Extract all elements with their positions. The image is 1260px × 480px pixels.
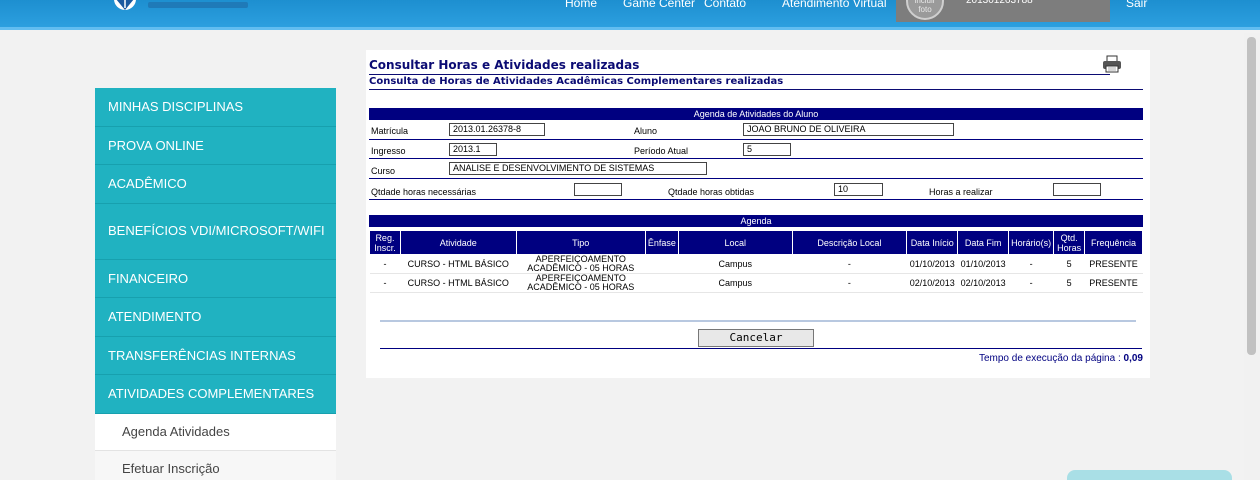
sidebar-item-atendimento[interactable]: ATENDIMENTO: [95, 298, 336, 337]
sidebar-item-prova-online[interactable]: PROVA ONLINE: [95, 126, 336, 165]
matricula-label: Matrícula: [371, 126, 409, 136]
cell-frequencia: PRESENTE: [1084, 254, 1143, 274]
cell-tipo: APERFEIÇOAMENTO ACADÊMICO - 05 HORAS: [516, 273, 646, 293]
col-data-fim[interactable]: Data Fim: [957, 230, 1010, 255]
curso-field[interactable]: ANALISE E DESENVOLVIMENTO DE SISTEMAS: [449, 162, 707, 175]
cell-fim: 02/10/2013: [957, 273, 1009, 293]
divider: [369, 74, 1110, 75]
divider: [369, 139, 1143, 140]
col-data-inicio[interactable]: Data Início: [906, 230, 959, 255]
cell-frequencia: PRESENTE: [1084, 273, 1143, 293]
aluno-field[interactable]: JOAO BRUNO DE OLIVEIRA: [743, 123, 954, 136]
col-local[interactable]: Local: [677, 230, 793, 255]
horas-obtidas-field[interactable]: 10: [834, 183, 883, 196]
cell-atividade: CURSO - HTML BÁSICO: [400, 273, 517, 293]
col-frequencia[interactable]: Frequência: [1084, 230, 1143, 255]
cell-descricao: -: [792, 273, 907, 293]
cancel-button[interactable]: Cancelar: [698, 329, 814, 347]
student-section-header: Agenda de Atividades do Aluno: [369, 108, 1143, 120]
user-box[interactable]: incluir foto 201301263788: [896, 0, 1110, 22]
exec-time-value: 0,09: [1123, 353, 1143, 364]
sidebar-item-transferencias[interactable]: TRANSFERÊNCIAS INTERNAS: [95, 336, 336, 375]
sidebar-item-atividades-complementares[interactable]: ATIVIDADES COMPLEMENTARES: [95, 375, 336, 414]
nav-contato[interactable]: Contato: [704, 0, 746, 10]
curso-label: Curso: [371, 166, 396, 176]
ingresso-field[interactable]: 2013.1: [449, 143, 497, 156]
horas-necessarias-field[interactable]: [574, 183, 622, 196]
sidebar-subitem-agenda-atividades[interactable]: Agenda Atividades: [95, 413, 336, 451]
cell-local: Campus: [678, 273, 793, 293]
user-id: 201301263788: [966, 0, 1033, 6]
cell-enfase: [645, 254, 679, 274]
table-row[interactable]: - CURSO - HTML BÁSICO APERFEIÇOAMENTO AC…: [369, 254, 1143, 274]
nav-home[interactable]: Home: [565, 0, 597, 10]
cell-reg: -: [369, 273, 401, 293]
aluno-label: Aluno: [634, 126, 658, 136]
sidebar-item-financeiro[interactable]: FINANCEIRO: [95, 259, 336, 298]
divider: [380, 320, 1136, 322]
cell-tipo: APERFEIÇOAMENTO ACADÊMICO - 05 HORAS: [516, 254, 646, 274]
chat-widget-tab[interactable]: [1067, 470, 1232, 480]
cell-tipo-line2: ACADÊMICO - 05 HORAS: [527, 282, 635, 292]
nav-atendimento-virtual[interactable]: Atendimento Virtual: [782, 0, 887, 10]
cell-atividade: CURSO - HTML BÁSICO: [400, 254, 517, 274]
col-qtd-horas[interactable]: Qtd. Horas: [1053, 230, 1086, 255]
cell-fim: 01/10/2013: [957, 254, 1009, 274]
sidebar-item-academico[interactable]: ACADÊMICO: [95, 165, 336, 204]
agenda-section-header: Agenda: [369, 215, 1143, 227]
sidebar-item-beneficios[interactable]: BENEFÍCIOS VDI/MICROSOFT/WIFI: [95, 203, 336, 260]
horas-realizar-field[interactable]: [1053, 183, 1101, 196]
table-row[interactable]: - CURSO - HTML BÁSICO APERFEIÇOAMENTO AC…: [369, 273, 1143, 293]
page-scrollbar[interactable]: [1244, 33, 1260, 480]
cell-horas: 5: [1053, 273, 1085, 293]
exec-time-label: Tempo de execução da página :: [978, 353, 1121, 364]
col-enfase[interactable]: Ênfase: [644, 230, 679, 255]
logout-link[interactable]: Sair: [1126, 0, 1147, 10]
col-descricao-local[interactable]: Descrição Local: [791, 230, 908, 255]
cell-horas: 5: [1053, 254, 1085, 274]
logo-icon[interactable]: [112, 0, 138, 12]
cell-tipo-line2: ACADÊMICO - 05 HORAS: [527, 263, 635, 273]
col-horarios[interactable]: Horário(s): [1008, 230, 1055, 255]
divider: [369, 158, 1143, 159]
agenda-table: Reg. Inscr. Atividade Tipo Ênfase Local …: [369, 230, 1143, 293]
col-label: Reg. Inscr.: [374, 232, 396, 253]
page-subtitle: Consulta de Horas de Atividades Acadêmic…: [369, 76, 784, 87]
main-content: Consultar Horas e Atividades realizadas …: [366, 50, 1150, 378]
cell-reg: -: [369, 254, 401, 274]
logo-wordmark: [148, 2, 248, 8]
page-title: Consultar Horas e Atividades realizadas: [369, 58, 640, 72]
cell-enfase: [645, 273, 679, 293]
divider: [369, 89, 1143, 90]
scrollbar-thumb[interactable]: [1247, 37, 1256, 355]
sidebar-subitem-efetuar-inscricao[interactable]: Efetuar Inscrição: [95, 450, 336, 480]
cell-descricao: -: [792, 254, 907, 274]
avatar[interactable]: incluir foto: [906, 0, 944, 20]
divider: [369, 178, 1143, 179]
cell-inicio: 02/10/2013: [906, 273, 958, 293]
nav-game-center[interactable]: Game Center: [623, 0, 695, 10]
top-bar: Home Game Center Contato Atendimento Vir…: [0, 0, 1260, 30]
cell-horario: -: [1008, 254, 1054, 274]
printer-icon[interactable]: [1102, 55, 1122, 73]
horas-necessarias-label: Qtdade horas necessárias: [371, 187, 477, 197]
sidebar-item-minhas-disciplinas[interactable]: MINHAS DISCIPLINAS: [95, 88, 336, 127]
col-tipo[interactable]: Tipo: [515, 230, 646, 255]
horas-obtidas-label: Qtdade horas obtidas: [668, 187, 755, 197]
horas-realizar-label: Horas a realizar: [929, 187, 993, 197]
divider: [369, 199, 1143, 200]
col-atividade[interactable]: Atividade: [399, 230, 517, 255]
col-reg-inscr[interactable]: Reg. Inscr.: [369, 230, 401, 255]
cell-horario: -: [1008, 273, 1054, 293]
cell-local: Campus: [678, 254, 793, 274]
ingresso-label: Ingresso: [371, 146, 406, 156]
periodo-label: Período Atual: [634, 146, 689, 156]
matricula-field[interactable]: 2013.01.26378-8: [449, 123, 545, 136]
sidebar: MINHAS DISCIPLINAS PROVA ONLINE ACADÊMIC…: [95, 88, 336, 480]
periodo-field[interactable]: 5: [743, 143, 791, 156]
divider: [380, 348, 1142, 349]
cell-inicio: 01/10/2013: [906, 254, 958, 274]
exec-time: Tempo de execução da página : 0,09: [979, 353, 1143, 364]
